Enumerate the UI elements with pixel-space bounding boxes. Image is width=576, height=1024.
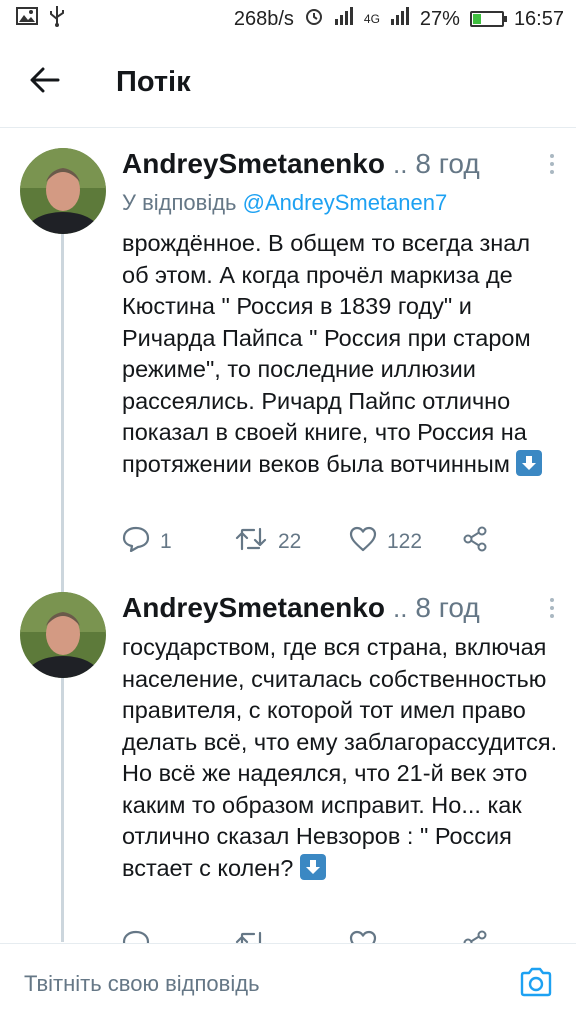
network-speed: 268b/s [233, 7, 294, 30]
reply-button[interactable]: 1 [122, 526, 234, 558]
battery-percent: 27% [419, 7, 460, 30]
thread-connector-line [61, 232, 64, 942]
reply-handle-link[interactable]: @AndreySmetanen7 [243, 190, 448, 215]
image-notification-icon [16, 7, 38, 31]
tweet-text: государством, где вся страна, включая на… [122, 632, 562, 884]
clock: 16:57 [513, 7, 564, 30]
share-icon [462, 526, 488, 558]
arrow-left-icon [30, 67, 60, 98]
back-button[interactable] [0, 38, 90, 128]
reply-icon [122, 526, 150, 558]
status-bar: 268b/s 4G 27% 16:57 [0, 0, 576, 38]
tweet-actions: 1 22 122 [122, 524, 542, 560]
app-header: Потік [0, 38, 576, 128]
retweet-icon [234, 527, 268, 557]
down-arrow-emoji-icon [516, 449, 543, 476]
tweet-time: 8 год [415, 148, 480, 179]
like-count: 122 [387, 530, 423, 553]
heart-icon [349, 526, 377, 558]
camera-icon [519, 967, 553, 1002]
reply-count: 1 [160, 530, 172, 553]
down-arrow-emoji-icon [299, 853, 326, 880]
camera-button[interactable] [516, 964, 556, 1004]
name-ellipsis: .. [392, 148, 408, 179]
tweet-text-content: врождённое. В общем то всегда знал об эт… [122, 230, 531, 477]
battery-icon [469, 11, 507, 27]
retweet-button[interactable]: 22 [234, 527, 349, 557]
signal-icon [334, 7, 354, 31]
avatar[interactable] [20, 592, 106, 678]
retweet-count: 22 [278, 530, 302, 553]
tweet-text-content: государством, где вся страна, включая на… [122, 634, 558, 881]
author-name[interactable]: AndreySmetanenko [122, 592, 385, 624]
author-name[interactable]: AndreySmetanenko [122, 148, 385, 180]
tweet-text: врождённое. В общем то всегда знал об эт… [122, 228, 562, 480]
avatar[interactable] [20, 148, 106, 234]
network-type: 4G [363, 12, 380, 26]
reply-prefix: У відповідь [122, 190, 237, 215]
more-options-button[interactable] [542, 149, 562, 179]
reply-to-line: У відповідь @AndreySmetanen7 [122, 190, 447, 216]
tweet-time: 8 год [415, 592, 480, 623]
compose-reply-bar: Твітніть свою відповідь [0, 943, 576, 1024]
like-button[interactable]: 122 [349, 526, 462, 558]
name-ellipsis: .. [392, 592, 408, 623]
alarm-icon [304, 6, 324, 32]
more-options-button[interactable] [542, 593, 562, 623]
usb-icon [48, 5, 66, 33]
page-title: Потік [116, 66, 191, 98]
share-button[interactable] [462, 526, 488, 558]
reply-input[interactable]: Твітніть свою відповідь [24, 971, 516, 997]
signal-icon-2 [390, 7, 410, 31]
